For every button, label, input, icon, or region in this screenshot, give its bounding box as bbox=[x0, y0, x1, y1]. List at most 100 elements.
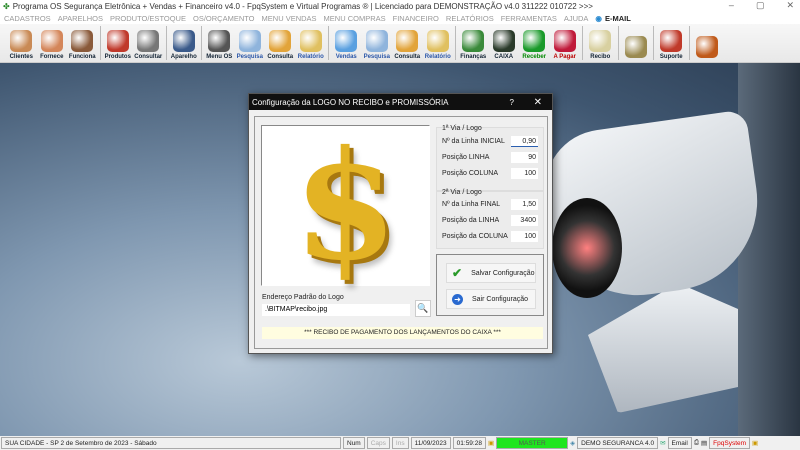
toolbar-button[interactable]: A Pagar bbox=[550, 24, 581, 62]
menu-item[interactable]: PRODUTO/ESTOQUE bbox=[110, 14, 186, 23]
toolbar-label: Vendas bbox=[335, 54, 357, 60]
toolbar-icon bbox=[523, 30, 546, 52]
brand-link[interactable]: FpqSystem bbox=[709, 437, 751, 449]
toolbar-icon bbox=[269, 30, 292, 52]
settings-icon[interactable]: ▣ bbox=[752, 439, 758, 447]
field-row: Posição COLUNA 100 bbox=[442, 168, 538, 179]
receipt-banner: *** RECIBO DE PAGAMENTO DOS LANÇAMENTOS … bbox=[262, 327, 543, 339]
toolbar-label: Clientes bbox=[9, 54, 33, 60]
toolbar-label: Consulta bbox=[394, 54, 421, 60]
printer-icon[interactable]: ⎙ bbox=[694, 439, 699, 447]
exit-config-button[interactable]: ➜ Sair Configuração bbox=[446, 289, 536, 309]
toolbar-button[interactable]: Fornece bbox=[37, 24, 68, 62]
calculator-icon[interactable]: ▤ bbox=[701, 439, 707, 447]
toolbar-icon bbox=[335, 30, 358, 52]
field-row: Nº da Linha INICIAL 0,90 bbox=[442, 136, 538, 147]
email-icon[interactable]: ✉ bbox=[660, 439, 665, 447]
toolbar-button[interactable]: Clientes bbox=[6, 24, 37, 62]
toolbar-button[interactable]: Relatório bbox=[296, 24, 327, 62]
toolbar-button[interactable] bbox=[692, 24, 723, 62]
close-button[interactable]: ✕ bbox=[786, 0, 794, 11]
toolbar-button[interactable]: Pesquisa bbox=[235, 24, 266, 62]
final-line-input[interactable]: 1,50 bbox=[511, 199, 538, 210]
toolbar-icon bbox=[106, 30, 129, 52]
toolbar-icon bbox=[553, 30, 576, 52]
toolbar-button[interactable]: Recibo bbox=[585, 24, 616, 62]
toolbar-button[interactable]: Aparelho bbox=[169, 24, 200, 62]
menu-item[interactable]: OS/ORÇAMENTO bbox=[193, 14, 255, 23]
toolbar-button[interactable]: Consulta bbox=[265, 24, 296, 62]
initial-line-input[interactable]: 0,90 bbox=[511, 136, 538, 147]
toolbar-label: Relatório bbox=[297, 54, 324, 60]
toolbar-button[interactable]: Pesquisa bbox=[362, 24, 393, 62]
field-row: Posição da COLUNA 100 bbox=[442, 231, 538, 242]
wall-image bbox=[738, 63, 800, 436]
menu-item[interactable]: RELATÓRIOS bbox=[446, 14, 494, 23]
toolbar-button[interactable]: CAIXA bbox=[489, 24, 520, 62]
toolbar-icon bbox=[589, 30, 612, 52]
help-button[interactable]: ? bbox=[510, 98, 514, 107]
toolbar-button[interactable]: Suporte bbox=[656, 24, 687, 62]
dialog-close-button[interactable]: ✕ bbox=[534, 97, 542, 108]
dialog-title: Configuração da LOGO NO RECIBO e PROMISS… bbox=[252, 97, 449, 107]
toolbar-button[interactable]: Consulta bbox=[392, 24, 423, 62]
menu-item[interactable]: FERRAMENTAS bbox=[501, 14, 557, 23]
toolbar-button[interactable]: Finanças bbox=[458, 24, 489, 62]
dialog-titlebar: Configuração da LOGO NO RECIBO e PROMISS… bbox=[249, 94, 552, 110]
group-title: 2ª Via / Logo bbox=[442, 189, 482, 196]
field-row: Nº da Linha FINAL 1,50 bbox=[442, 199, 538, 210]
toolbar-icon bbox=[40, 30, 63, 52]
menu-item[interactable]: MENU VENDAS bbox=[262, 14, 317, 23]
maximize-button[interactable]: ▢ bbox=[756, 0, 765, 11]
status-ins: Ins bbox=[391, 437, 409, 449]
magnifier-icon: 🔍 bbox=[417, 303, 429, 313]
toolbar-button[interactable]: Menu OS bbox=[204, 24, 235, 62]
globe-icon: ◉ bbox=[595, 13, 602, 23]
toolbar-button[interactable]: Receber bbox=[519, 24, 550, 62]
menu-email-label: E-MAIL bbox=[604, 13, 631, 23]
database-icon: ◈ bbox=[570, 440, 576, 447]
toolbar-button[interactable]: Funciona bbox=[67, 24, 98, 62]
toolbar-icon bbox=[10, 30, 33, 52]
toolbar-separator bbox=[653, 26, 654, 60]
column-position-input[interactable]: 100 bbox=[511, 168, 538, 179]
toolbar-button[interactable]: Relatório bbox=[423, 24, 454, 62]
line-position-2-input[interactable]: 3400 bbox=[511, 215, 538, 226]
logo-preview: $ bbox=[261, 125, 430, 286]
toolbar-icon bbox=[695, 36, 718, 58]
toolbar-icon bbox=[238, 30, 261, 52]
toolbar-label: Relatório bbox=[424, 54, 451, 60]
menu-item[interactable]: MENU COMPRAS bbox=[324, 14, 386, 23]
toolbar-separator bbox=[328, 26, 329, 60]
toolbar-button[interactable] bbox=[621, 24, 652, 62]
logo-path-input[interactable]: .\BITMAP\recibo.jpg bbox=[262, 304, 410, 316]
camera-mount-image bbox=[588, 283, 738, 413]
browse-search-button[interactable]: 🔍 bbox=[415, 300, 431, 317]
toolbar-label: Pesquisa bbox=[236, 54, 263, 60]
email-button[interactable]: Email bbox=[667, 437, 692, 449]
toolbar-button[interactable]: Vendas bbox=[331, 24, 362, 62]
save-config-button[interactable]: ✔ Salvar Configuração bbox=[446, 263, 536, 283]
toolbar-button[interactable]: Consultar bbox=[133, 24, 164, 62]
field-label: Posição da COLUNA bbox=[442, 233, 508, 240]
camera-lens-image bbox=[552, 198, 622, 298]
menu-item[interactable]: APARELHOS bbox=[58, 14, 103, 23]
menu-item[interactable]: FINANCEIRO bbox=[393, 14, 439, 23]
menu-email[interactable]: ◉ E-MAIL bbox=[595, 14, 630, 23]
minimize-button[interactable]: – bbox=[729, 0, 734, 11]
line-position-input[interactable]: 90 bbox=[511, 152, 538, 163]
checkmark-icon: ✔ bbox=[452, 266, 463, 280]
menu-item[interactable]: CADASTROS bbox=[4, 14, 51, 23]
status-date: 11/09/2023 bbox=[410, 437, 451, 449]
user-icon: ▣ bbox=[487, 440, 495, 447]
toolbar-separator bbox=[201, 26, 202, 60]
status-time: 01:59:28 bbox=[452, 437, 486, 449]
toolbar-button[interactable]: Produtos bbox=[103, 24, 134, 62]
toolbar-icon bbox=[492, 30, 515, 52]
status-caps: Caps bbox=[366, 437, 390, 449]
menu-item[interactable]: AJUDA bbox=[564, 14, 589, 23]
status-bar: SUA CIDADE - SP 2 de Setembro de 2023 - … bbox=[0, 436, 800, 450]
toolbar-label: Funciona bbox=[68, 54, 96, 60]
column-position-2-input[interactable]: 100 bbox=[511, 231, 538, 242]
toolbar-label: Aparelho bbox=[170, 54, 197, 60]
